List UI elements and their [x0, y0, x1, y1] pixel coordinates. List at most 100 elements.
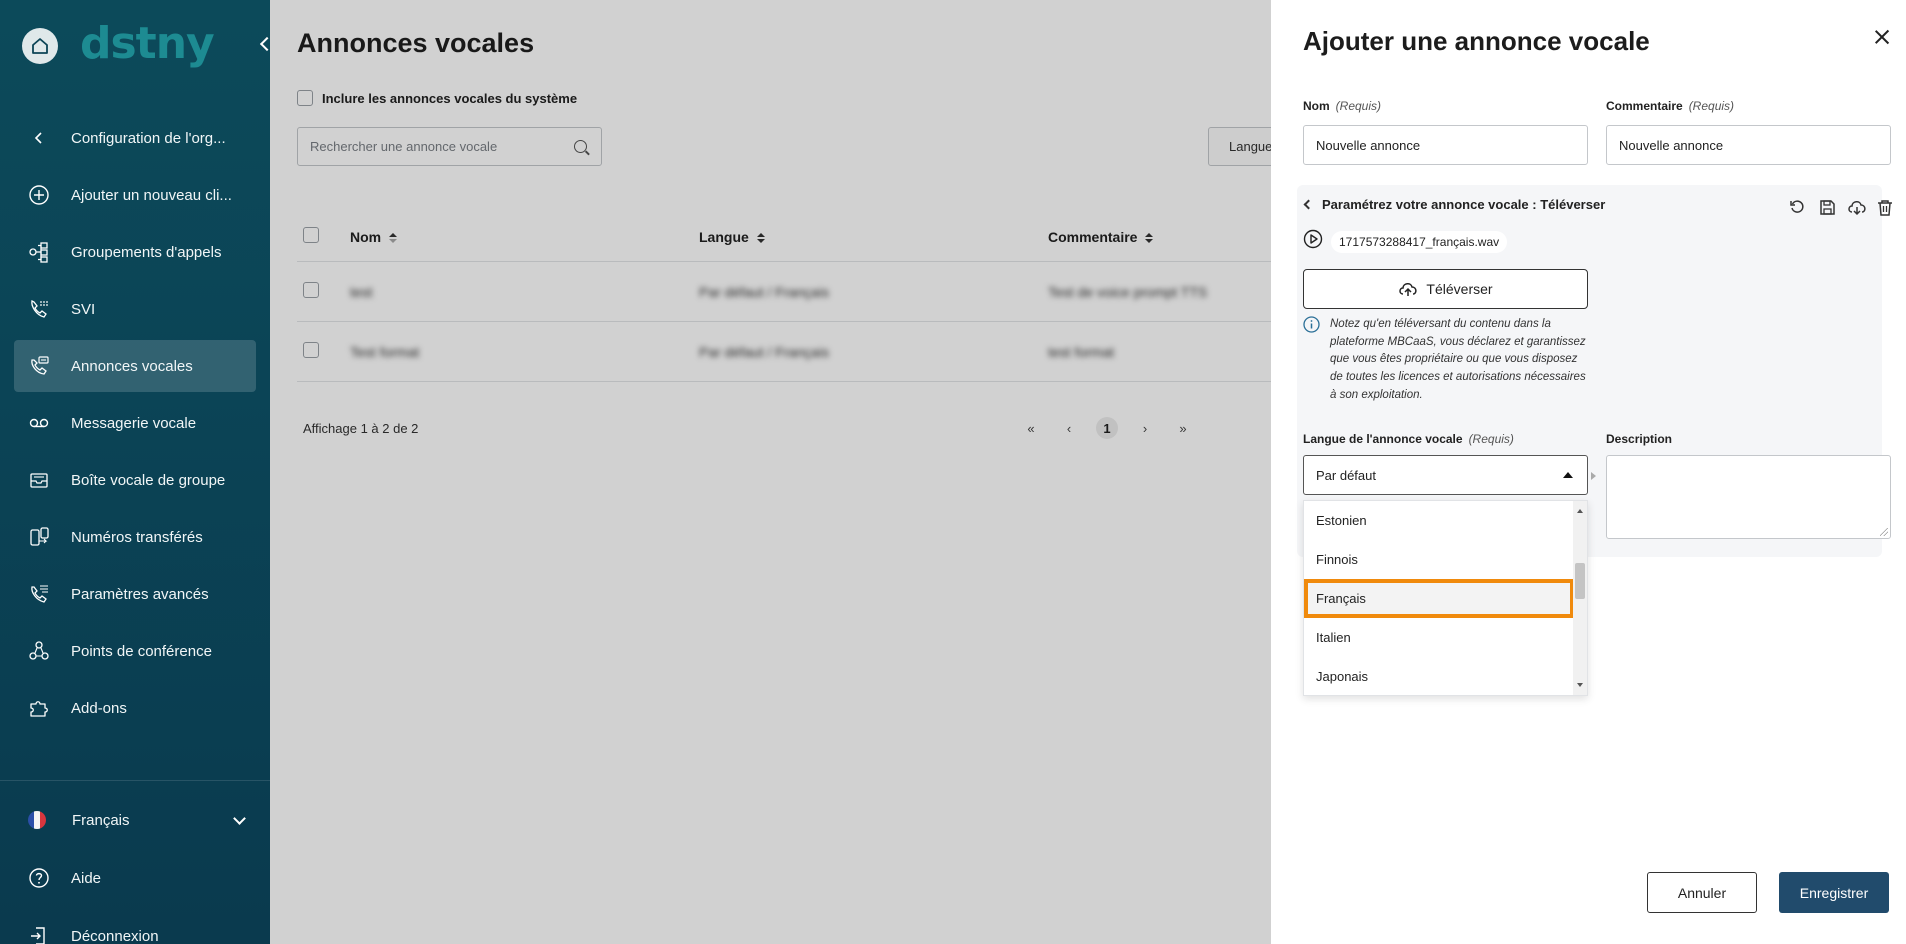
sidebar-item-back-configuration[interactable]: Configuration de l'org...: [14, 112, 256, 164]
search-input[interactable]: Rechercher une annonce vocale: [297, 127, 602, 166]
sort-icon: [389, 232, 398, 243]
sidebar-item-voicemail[interactable]: Messagerie vocale: [14, 397, 256, 449]
table-header: Nom Langue Commentaire: [297, 212, 1271, 262]
page-title: Annonces vocales: [297, 28, 535, 58]
conference-icon: [28, 640, 50, 662]
language-selector[interactable]: Français: [14, 794, 256, 846]
include-system-label: Inclure les annonces vocales du système: [322, 90, 578, 106]
select-all-checkbox[interactable]: [303, 227, 319, 243]
column-comment-header[interactable]: Commentaire: [1048, 229, 1271, 245]
last-page-button[interactable]: »: [1172, 417, 1194, 439]
language-label: Langue de l'annonce vocale (Requis): [1303, 432, 1514, 446]
option-francais[interactable]: Français: [1304, 579, 1574, 618]
resize-handle-icon[interactable]: [1880, 528, 1888, 536]
help-label: Aide: [71, 869, 102, 887]
option-estonien[interactable]: Estonien: [1304, 501, 1574, 540]
save-button[interactable]: Enregistrer: [1779, 872, 1889, 913]
sidebar-item-label: Boîte vocale de groupe: [71, 471, 226, 489]
scrollbar-thumb[interactable]: [1575, 563, 1585, 599]
french-flag-icon: [28, 811, 46, 829]
options-scrollbar[interactable]: [1573, 501, 1587, 695]
logout-link[interactable]: Déconnexion: [14, 910, 256, 944]
sidebar-item-conference-points[interactable]: Points de conférence: [14, 625, 256, 677]
sidebar-item-forwarded-numbers[interactable]: Numéros transférés: [14, 511, 256, 563]
sidebar-item-label: Points de conférence: [71, 642, 212, 660]
notice-text: Notez qu'en téléversant du contenu dans …: [1330, 318, 1586, 401]
option-finnois[interactable]: Finnois: [1304, 540, 1574, 579]
sidebar-item-call-groups[interactable]: Groupements d'appels: [14, 226, 256, 278]
reset-icon[interactable]: [1787, 197, 1807, 217]
current-page[interactable]: 1: [1096, 417, 1118, 439]
chevron-down-icon: [233, 812, 246, 825]
row-language: Par défaut / Français: [699, 343, 829, 360]
search-placeholder: Rechercher une annonce vocale: [310, 139, 498, 154]
upload-notice: Notez qu'en téléversant du contenu dans …: [1303, 316, 1593, 405]
sidebar-item-label: Groupements d'appels: [71, 243, 222, 261]
row-name: Test format: [350, 343, 420, 360]
trash-icon[interactable]: [1875, 197, 1895, 217]
logout-icon: [28, 925, 50, 944]
forwarded-phone-icon: [28, 526, 50, 548]
sidebar-item-label: Add-ons: [71, 699, 127, 717]
include-system-toggle[interactable]: Inclure les annonces vocales du système: [297, 90, 577, 106]
comment-label: Commentaire (Requis): [1606, 99, 1735, 113]
pagination-summary: Affichage 1 à 2 de 2: [303, 421, 419, 436]
sidebar-item-add-ons[interactable]: Add-ons: [14, 682, 256, 734]
play-icon[interactable]: [1303, 229, 1323, 254]
uploaded-file: 1717573288417_français.wav: [1303, 229, 1508, 254]
help-link[interactable]: Aide: [14, 852, 256, 904]
sidebar-item-label: Ajouter un nouveau cli...: [71, 186, 232, 204]
add-announcement-panel: Ajouter une annonce vocale Nom (Requis) N…: [1271, 0, 1906, 944]
next-page-button[interactable]: ›: [1134, 417, 1156, 439]
option-italien[interactable]: Italien: [1304, 618, 1574, 657]
column-language-header[interactable]: Langue: [699, 229, 1048, 245]
name-label: Nom (Requis): [1303, 99, 1382, 113]
info-icon: [1303, 316, 1320, 405]
sidebar-item-add-client[interactable]: Ajouter un nouveau cli...: [14, 169, 256, 221]
sidebar-item-label: Configuration de l'org...: [71, 129, 226, 147]
file-name: 1717573288417_français.wav: [1331, 230, 1508, 253]
table-row[interactable]: test Par défaut / Français Test de voice…: [297, 262, 1271, 322]
prev-page-button[interactable]: ‹: [1058, 417, 1080, 439]
chevron-left-icon: [1303, 199, 1314, 210]
upload-button[interactable]: Téléverser: [1303, 269, 1588, 309]
configure-title[interactable]: Paramétrez votre annonce vocale : Téléve…: [1303, 197, 1605, 212]
close-icon[interactable]: [1871, 26, 1893, 48]
sidebar-item-ivr[interactable]: SVI: [14, 283, 256, 335]
sidebar: dstny Configuration de l'org... Ajouter …: [0, 0, 270, 944]
sidebar-item-label: Annonces vocales: [71, 357, 193, 375]
sidebar-item-group-voicemail[interactable]: Boîte vocale de groupe: [14, 454, 256, 506]
language-dropdown-value: Par défaut: [1316, 467, 1376, 483]
description-textarea[interactable]: [1606, 455, 1891, 539]
include-system-checkbox[interactable]: [297, 90, 313, 106]
scroll-down-icon[interactable]: [1577, 683, 1583, 687]
save-icon[interactable]: [1817, 197, 1837, 217]
sidebar-divider: [0, 780, 270, 781]
home-button[interactable]: [22, 28, 58, 64]
sidebar-nav: Configuration de l'org... Ajouter un nou…: [14, 112, 256, 739]
pagination: « ‹ 1 › »: [1020, 417, 1194, 439]
sidebar-item-voice-announcements[interactable]: Annonces vocales: [14, 340, 256, 392]
column-name-header[interactable]: Nom: [350, 229, 699, 245]
option-japonais[interactable]: Japonais: [1304, 657, 1574, 696]
row-name: test: [350, 283, 373, 300]
chevron-up-icon: [1563, 472, 1573, 478]
row-checkbox[interactable]: [303, 342, 319, 358]
language-dropdown[interactable]: Par défaut: [1303, 455, 1588, 495]
announcements-table: Nom Langue Commentaire test Par défaut /…: [297, 212, 1271, 382]
description-label: Description: [1606, 432, 1673, 446]
sort-icon: [1145, 232, 1154, 243]
cloud-upload-icon: [1399, 283, 1418, 296]
row-language: Par défaut / Français: [699, 283, 829, 300]
language-label: Français: [72, 811, 130, 829]
table-row[interactable]: Test format Par défaut / Français test f…: [297, 322, 1271, 382]
scroll-up-icon[interactable]: [1577, 509, 1583, 513]
sidebar-item-advanced-settings[interactable]: Paramètres avancés: [14, 568, 256, 620]
comment-input[interactable]: Nouvelle annonce: [1606, 125, 1891, 165]
sidebar-item-label: SVI: [71, 300, 96, 318]
row-checkbox[interactable]: [303, 282, 319, 298]
cancel-button[interactable]: Annuler: [1647, 872, 1757, 913]
first-page-button[interactable]: «: [1020, 417, 1042, 439]
cloud-download-icon[interactable]: [1847, 197, 1867, 217]
name-input[interactable]: Nouvelle annonce: [1303, 125, 1588, 165]
